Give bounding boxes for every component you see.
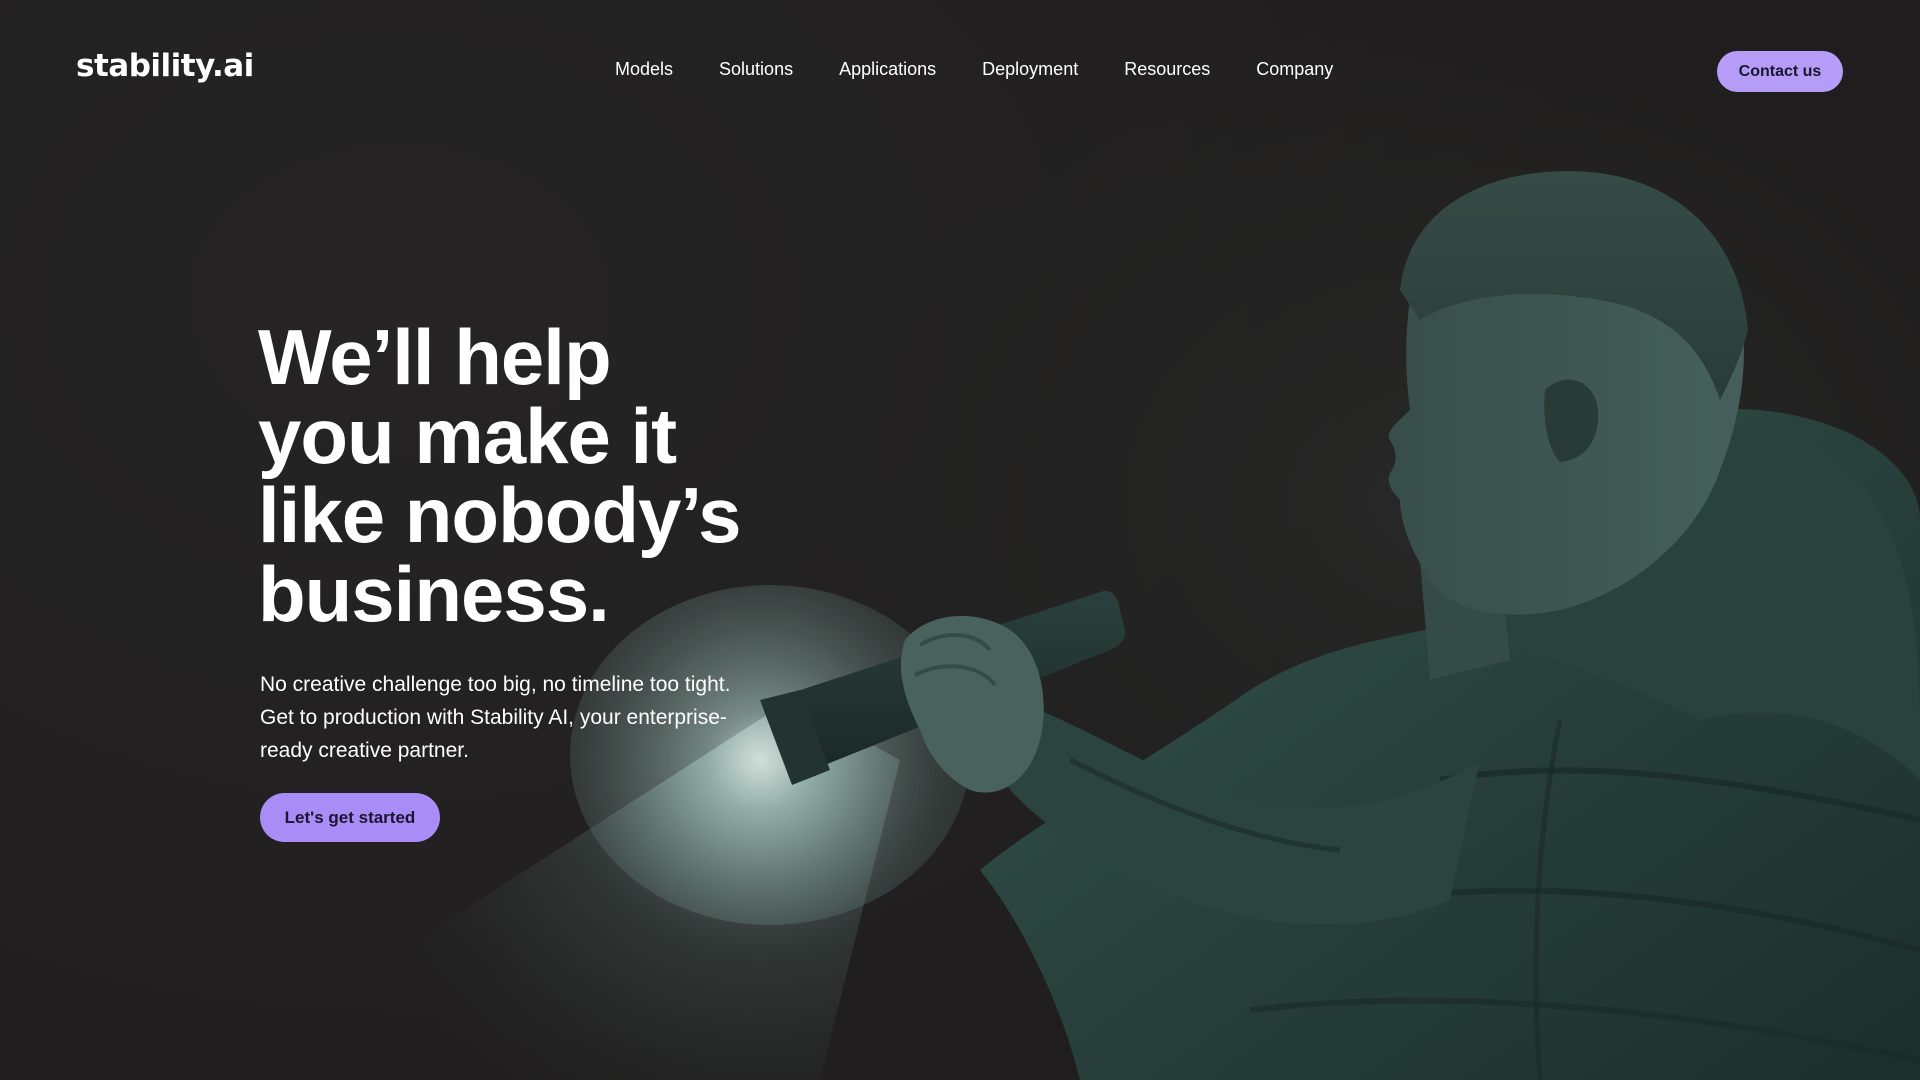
contact-us-button[interactable]: Contact us	[1717, 51, 1843, 92]
nav-item-solutions[interactable]: Solutions	[719, 58, 793, 80]
hero-headline: We’ll help you make it like nobody’s bus…	[258, 318, 818, 634]
subtext-line: ready creative partner.	[260, 739, 469, 762]
main-nav: Models Solutions Applications Deployment…	[615, 58, 1379, 80]
stability-logo[interactable]: stability.ai	[76, 48, 254, 84]
nav-item-deployment[interactable]: Deployment	[982, 58, 1078, 80]
nav-item-applications[interactable]: Applications	[839, 58, 936, 80]
nav-item-resources[interactable]: Resources	[1124, 58, 1210, 80]
nav-item-company[interactable]: Company	[1256, 58, 1333, 80]
site-header: stability.ai Models Solutions Applicatio…	[0, 0, 1920, 140]
headline-line: you make it	[258, 392, 677, 480]
get-started-button[interactable]: Let's get started	[260, 793, 440, 842]
subtext-line: No creative challenge too big, no timeli…	[260, 673, 731, 696]
headline-line: business.	[258, 550, 610, 638]
nav-item-models[interactable]: Models	[615, 58, 673, 80]
hero-subtext: No creative challenge too big, no timeli…	[260, 668, 760, 767]
headline-line: like nobody’s	[258, 471, 742, 559]
subtext-line: Get to production with Stability AI, you…	[260, 706, 727, 729]
headline-line: We’ll help	[258, 313, 612, 401]
landing-page: stability.ai Models Solutions Applicatio…	[0, 0, 1920, 1080]
